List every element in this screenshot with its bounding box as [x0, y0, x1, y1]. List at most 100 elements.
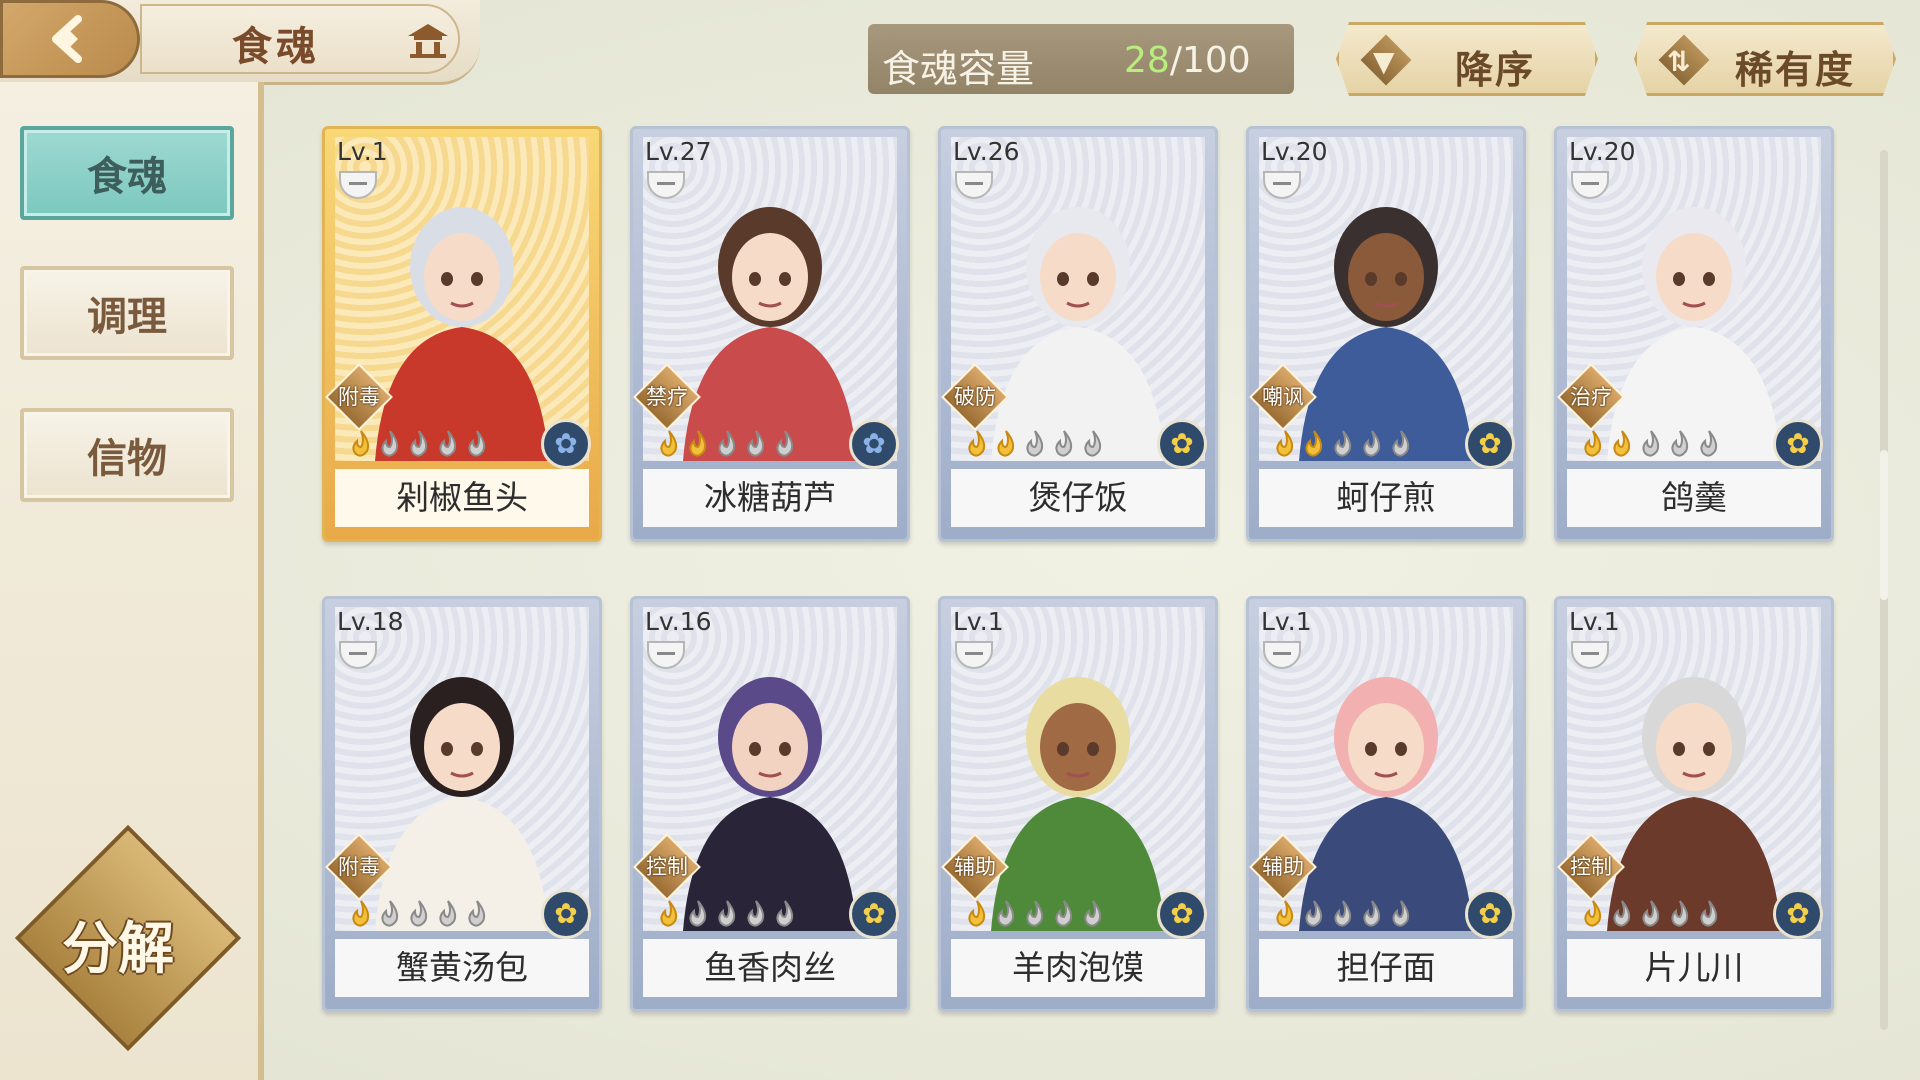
role-label: 破防	[954, 385, 996, 409]
flower-icon: ✿	[554, 897, 578, 930]
capacity-count: 28/100	[1124, 40, 1251, 81]
food-soul-card[interactable]: Lv.1 辅助 ✿ 担仔面	[1246, 596, 1526, 1012]
card-name: 片儿川	[1567, 939, 1821, 997]
sort-by-button[interactable]: ⇅ 稀有度	[1634, 22, 1896, 96]
flame-empty-icon	[1358, 429, 1386, 459]
role-label: 辅助	[1262, 855, 1304, 879]
rarity-emblem-icon: ✿	[1773, 419, 1823, 469]
rarity-emblem-icon: ✿	[541, 889, 591, 939]
flame-empty-icon	[684, 899, 712, 929]
star-rating	[1271, 899, 1415, 929]
food-soul-card[interactable]: Lv.1 附毒 ✿ 剁椒鱼头	[322, 126, 602, 542]
capacity-current: 28	[1124, 40, 1170, 81]
flower-icon: ✿	[1478, 427, 1502, 460]
card-level: Lv.20	[1569, 137, 1636, 166]
flame-empty-icon	[1387, 429, 1415, 459]
flame-empty-icon	[1050, 429, 1078, 459]
flame-filled-icon	[1608, 429, 1636, 459]
flame-empty-icon	[1329, 899, 1357, 929]
back-button[interactable]	[0, 0, 140, 78]
flame-empty-icon	[1608, 899, 1636, 929]
food-soul-card[interactable]: Lv.1 控制 ✿ 片儿川	[1554, 596, 1834, 1012]
star-rating	[1579, 899, 1723, 929]
role-badge: 治疗	[1557, 363, 1625, 431]
capacity-label: 食魂容量	[882, 47, 1035, 91]
star-rating	[347, 429, 491, 459]
card-name: 蚵仔煎	[1259, 469, 1513, 527]
star-rating	[655, 899, 799, 929]
flame-filled-icon	[1271, 899, 1299, 929]
food-soul-card[interactable]: Lv.20 治疗 ✿ 鸽羹	[1554, 126, 1834, 542]
flower-icon: ✿	[1786, 427, 1810, 460]
role-label: 辅助	[954, 855, 996, 879]
flame-empty-icon	[376, 899, 404, 929]
food-soul-card[interactable]: Lv.16 控制 ✿ 鱼香肉丝	[630, 596, 910, 1012]
sort-arrows-icon: ⇅	[1667, 45, 1691, 78]
flame-filled-icon	[1271, 429, 1299, 459]
food-soul-card[interactable]: Lv.1 辅助 ✿ 羊肉泡馍	[938, 596, 1218, 1012]
food-soul-card[interactable]: Lv.27 禁疗 ✿ 冰糖葫芦	[630, 126, 910, 542]
role-badge: 禁疗	[633, 363, 701, 431]
sidebar-item-cooking[interactable]: 调理	[20, 266, 234, 360]
role-label: 控制	[1570, 855, 1612, 879]
scrollbar-thumb[interactable]	[1880, 450, 1888, 600]
rarity-emblem-icon: ✿	[541, 419, 591, 469]
card-name: 鱼香肉丝	[643, 939, 897, 997]
star-rating	[963, 429, 1107, 459]
flame-empty-icon	[992, 899, 1020, 929]
food-soul-card[interactable]: Lv.26 破防 ✿ 煲仔饭	[938, 126, 1218, 542]
flame-filled-icon	[655, 429, 683, 459]
flower-icon: ✿	[862, 427, 886, 460]
flame-filled-icon	[1579, 899, 1607, 929]
sidebar-item-tokens[interactable]: 信物	[20, 408, 234, 502]
flame-empty-icon	[376, 429, 404, 459]
flame-filled-icon	[992, 429, 1020, 459]
flame-filled-icon	[963, 899, 991, 929]
rarity-emblem-icon: ✿	[1773, 889, 1823, 939]
card-level: Lv.1	[953, 607, 1004, 636]
scrollbar[interactable]	[1880, 150, 1888, 1030]
flame-empty-icon	[405, 899, 433, 929]
flame-empty-icon	[1021, 899, 1049, 929]
role-badge: 控制	[633, 833, 701, 901]
card-level: Lv.20	[1261, 137, 1328, 166]
flame-empty-icon	[463, 899, 491, 929]
flame-empty-icon	[1695, 899, 1723, 929]
card-level: Lv.26	[953, 137, 1020, 166]
rarity-emblem-icon: ✿	[849, 889, 899, 939]
flame-empty-icon	[1079, 899, 1107, 929]
card-level: Lv.1	[1261, 607, 1312, 636]
flame-empty-icon	[434, 899, 462, 929]
flame-empty-icon	[1021, 429, 1049, 459]
role-badge: 嘲讽	[1249, 363, 1317, 431]
food-soul-card[interactable]: Lv.18 附毒 ✿ 蟹黄汤包	[322, 596, 602, 1012]
flame-empty-icon	[1329, 429, 1357, 459]
sort-order-button[interactable]: ▼ 降序	[1336, 22, 1598, 96]
home-icon[interactable]	[406, 20, 450, 60]
flame-empty-icon	[1637, 899, 1665, 929]
chevron-down-icon: ▼	[1373, 45, 1395, 78]
flame-empty-icon	[434, 429, 462, 459]
flower-icon: ✿	[1786, 897, 1810, 930]
card-level: Lv.1	[1569, 607, 1620, 636]
flame-empty-icon	[771, 899, 799, 929]
flame-filled-icon	[963, 429, 991, 459]
card-level: Lv.16	[645, 607, 712, 636]
sort-order-label: 降序	[1455, 48, 1536, 92]
sort-by-label: 稀有度	[1735, 48, 1856, 92]
role-badge: 控制	[1557, 833, 1625, 901]
flame-empty-icon	[1050, 899, 1078, 929]
flame-empty-icon	[1637, 429, 1665, 459]
flower-icon: ✿	[1170, 897, 1194, 930]
role-badge: 附毒	[325, 363, 393, 431]
sidebar-item-food-souls[interactable]: 食魂	[20, 126, 234, 220]
flame-filled-icon	[1300, 429, 1328, 459]
flame-empty-icon	[713, 429, 741, 459]
flame-empty-icon	[1666, 899, 1694, 929]
flower-icon: ✿	[1478, 897, 1502, 930]
flower-icon: ✿	[1170, 427, 1194, 460]
star-rating	[347, 899, 491, 929]
role-badge: 辅助	[941, 833, 1009, 901]
star-rating	[963, 899, 1107, 929]
food-soul-card[interactable]: Lv.20 嘲讽 ✿ 蚵仔煎	[1246, 126, 1526, 542]
